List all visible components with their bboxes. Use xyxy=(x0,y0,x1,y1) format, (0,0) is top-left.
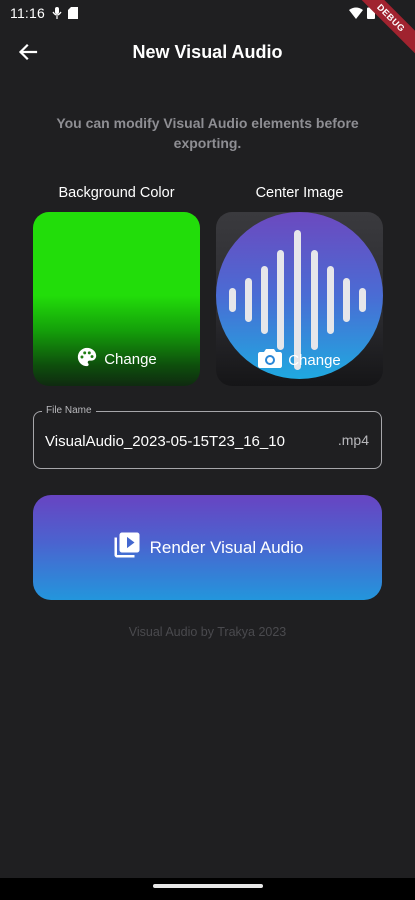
status-bar: 11:16 DEBUG xyxy=(0,0,415,60)
file-name-label: File Name xyxy=(42,405,96,417)
page-title: New Visual Audio xyxy=(132,42,283,62)
background-color-card[interactable]: Change xyxy=(33,212,200,386)
background-color-change-label: Change xyxy=(104,350,157,368)
file-name-field: File Name .mp4 xyxy=(33,405,382,469)
wifi-icon xyxy=(349,6,363,24)
camera-icon xyxy=(258,348,283,372)
sd-card-icon xyxy=(68,6,78,24)
app-screen: 11:16 DEBUG New Visual Audio You can mod… xyxy=(0,0,415,900)
home-indicator[interactable] xyxy=(153,884,263,888)
render-visual-audio-button[interactable]: Render Visual Audio xyxy=(33,495,382,600)
status-time: 11:16 xyxy=(10,5,45,21)
voicemail-icon xyxy=(52,6,62,24)
app-bar: New Visual Audio xyxy=(0,28,415,80)
file-extension-suffix: .mp4 xyxy=(337,432,369,448)
center-image-change: Change xyxy=(216,348,383,372)
center-image-change-label: Change xyxy=(288,351,341,369)
render-visual-audio-label: Render Visual Audio xyxy=(149,537,304,557)
palette-icon xyxy=(76,346,98,372)
background-color-label: Background Color xyxy=(58,185,175,201)
video-library-icon xyxy=(112,530,142,565)
instruction-text: You can modify Visual Audio elements bef… xyxy=(56,115,359,151)
system-navigation-bar xyxy=(0,878,415,900)
background-color-change: Change xyxy=(33,346,200,372)
footer-credit: Visual Audio by Trakya 2023 xyxy=(128,625,287,639)
center-image-label: Center Image xyxy=(255,185,344,201)
status-notification-icons xyxy=(52,6,78,24)
center-image-card[interactable]: Change xyxy=(216,212,383,386)
file-name-input[interactable] xyxy=(45,430,315,452)
